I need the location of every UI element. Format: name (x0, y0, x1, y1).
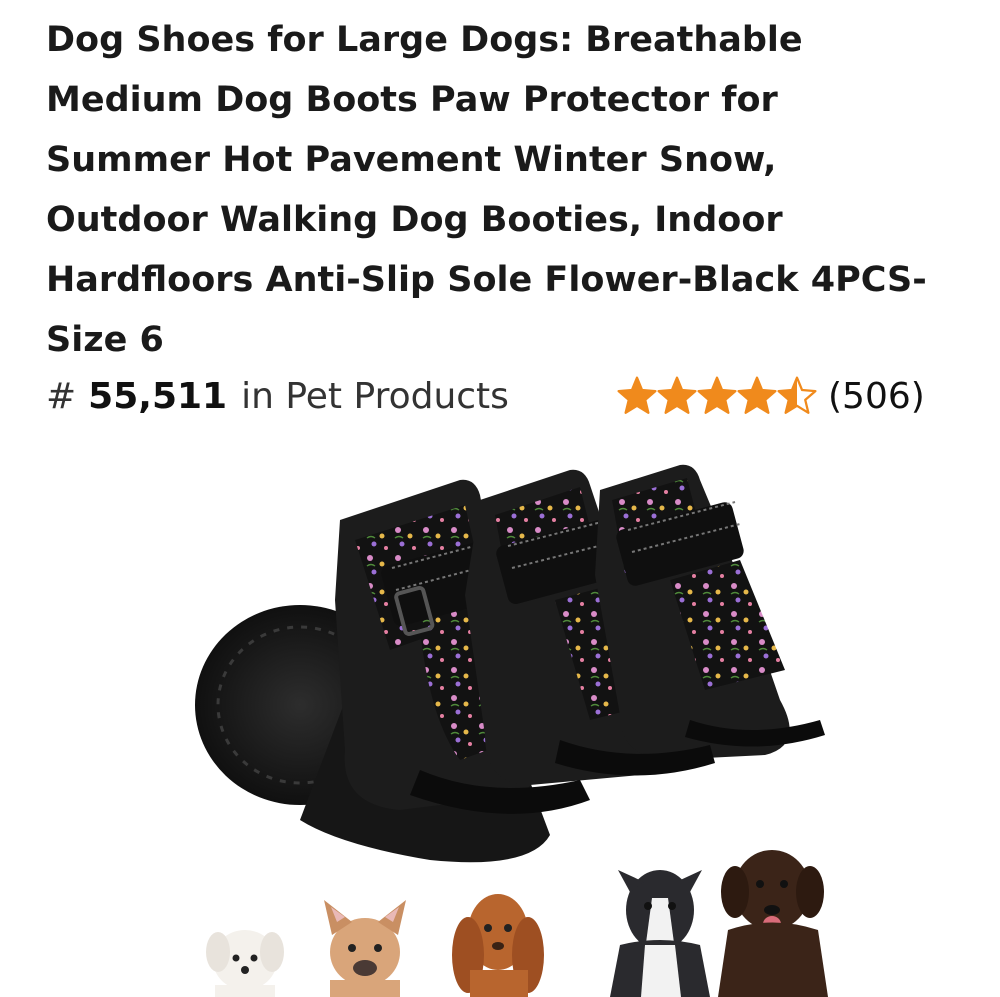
review-count[interactable]: (506) (828, 376, 925, 417)
star-icon (777, 376, 817, 414)
title-line: Outdoor Walking Dog Booties, Indoor (46, 200, 783, 240)
star-icon (617, 376, 657, 414)
star-icon (737, 376, 777, 414)
star-icon (657, 376, 697, 414)
title-line: Summer Hot Pavement Winter Snow, (46, 140, 777, 180)
star-rating (616, 375, 817, 417)
rank-category[interactable]: in Pet Products (241, 376, 509, 417)
star-icon (697, 376, 737, 414)
product-title: Dog Shoes for Large Dogs: Breathable Med… (46, 10, 986, 370)
title-line: Dog Shoes for Large Dogs: Breathable (46, 20, 803, 60)
dog-boots-illustration (195, 464, 825, 863)
rating-summary[interactable]: (506) (616, 375, 925, 417)
rank-prefix: # (46, 375, 77, 417)
dog-breeds-illustration (206, 850, 828, 997)
best-seller-rank: 55,511 (88, 375, 228, 417)
title-line: Hardfloors Anti-Slip Sole Flower-Black 4… (46, 260, 927, 300)
title-line: Size 6 (46, 320, 164, 360)
title-line: Medium Dog Boots Paw Protector for (46, 80, 778, 120)
product-meta-row: # 55,511 in Pet Products (506) (46, 368, 976, 424)
product-image[interactable] (0, 440, 1000, 997)
